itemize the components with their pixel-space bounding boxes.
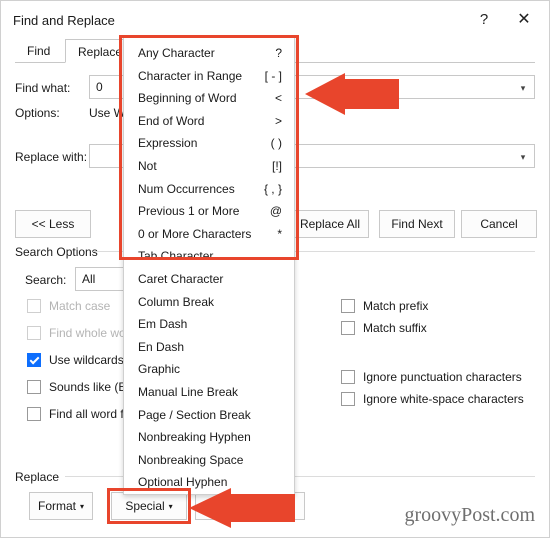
tab-find[interactable]: Find — [15, 39, 65, 63]
menu-item-label: Caret Character — [138, 271, 224, 286]
menu-item-graphic[interactable]: Graphic — [124, 358, 294, 381]
menu-item-shortcut: [ - ] — [264, 68, 282, 83]
menu-item-num-occurrences[interactable]: Num Occurrences { , } — [124, 178, 294, 201]
special-button[interactable]: Special ▾ — [111, 492, 187, 520]
checkbox-match-case[interactable] — [27, 299, 41, 313]
label-ignore-punctuation: Ignore punctuation characters — [363, 370, 522, 384]
menu-item-shortcut: @ — [269, 204, 282, 219]
menu-item-caret-character[interactable]: Caret Character — [124, 268, 294, 291]
menu-item-shortcut: [!] — [271, 158, 282, 173]
search-scope-value: All — [82, 272, 96, 286]
menu-item-shortcut: ? — [275, 46, 282, 60]
chevron-down-icon[interactable]: ▾ — [513, 77, 533, 99]
checkbox-find-all-word-forms[interactable] — [27, 407, 41, 421]
menu-item-shortcut: ( ) — [270, 136, 282, 151]
menu-item-shortcut: < — [274, 91, 282, 106]
format-button-label: Format — [37, 499, 76, 513]
menu-item-em-dash[interactable]: Em Dash — [124, 313, 294, 336]
menu-item-label: Nonbreaking Space — [138, 452, 244, 467]
label-match-prefix: Match prefix — [363, 299, 429, 313]
checkbox-match-prefix[interactable] — [341, 299, 355, 313]
menu-item-label: Page / Section Break — [138, 407, 251, 422]
menu-item-nonbreaking-hyphen[interactable]: Nonbreaking Hyphen — [124, 426, 294, 449]
annotation-arrow-right — [305, 73, 399, 115]
menu-item-any-character[interactable]: Any Character? — [124, 42, 294, 65]
watermark: groovyPost.com — [404, 504, 535, 526]
chevron-down-icon[interactable]: ▾ — [513, 146, 533, 168]
menu-item-end-of-word[interactable]: End of Word > — [124, 110, 294, 133]
menu-item-label: Expression — [138, 136, 198, 151]
menu-item-label: Nonbreaking Hyphen — [138, 430, 251, 445]
replace-all-button[interactable]: Replace All — [291, 210, 369, 238]
chevron-down-icon: ▾ — [80, 501, 85, 511]
menu-item-label: Column Break — [138, 294, 215, 309]
menu-item-label: Any Character — [138, 46, 215, 60]
find-next-button[interactable]: Find Next — [379, 210, 455, 238]
menu-item-label: Character in Range — [138, 68, 243, 83]
find-what-value: 0 — [96, 80, 103, 94]
menu-item-label: Graphic — [138, 362, 181, 377]
label-match-case: Match case — [49, 299, 111, 313]
page-title: Find and Replace — [13, 13, 115, 28]
checkbox-ignore-whitespace[interactable] — [341, 392, 355, 406]
menu-item-label: End of Word — [138, 113, 205, 128]
menu-item-manual-line-break[interactable]: Manual Line Break — [124, 381, 294, 404]
special-button-label: Special — [125, 499, 165, 513]
search-options-label: Search Options — [15, 245, 98, 259]
help-icon[interactable]: ? — [467, 5, 501, 35]
replace-with-label: Replace with: — [15, 150, 88, 164]
checkbox-match-suffix[interactable] — [341, 321, 355, 335]
menu-item-en-dash[interactable]: En Dash — [124, 336, 294, 359]
menu-item-shortcut: * — [277, 226, 282, 241]
annotation-arrow-special — [189, 488, 295, 528]
menu-item-nonbreaking-space[interactable]: Nonbreaking Space — [124, 449, 294, 472]
menu-item-label: Not — [138, 158, 157, 173]
menu-item-label: En Dash — [138, 339, 185, 354]
menu-item-label: Num Occurrences — [138, 181, 235, 196]
menu-item-tab-character[interactable]: Tab Character — [124, 245, 294, 268]
checkbox-find-whole-words-only[interactable] — [27, 326, 41, 340]
checkbox-use-wildcards[interactable] — [27, 353, 41, 367]
replace-section-label: Replace — [15, 470, 60, 484]
label-use-wildcards: Use wildcards — [49, 353, 124, 367]
menu-item-not[interactable]: Not [!] — [124, 155, 294, 178]
menu-item-shortcut: { , } — [263, 181, 282, 196]
menu-item-label: Previous 1 or More — [138, 204, 240, 219]
find-and-replace-dialog: Find and Replace ? ✕ Find Replace Go To … — [0, 0, 550, 538]
menu-item-expression[interactable]: Expression ( ) — [124, 132, 294, 155]
chevron-down-icon: ▾ — [168, 501, 173, 511]
menu-item-label: Beginning of Word — [138, 91, 237, 106]
checkbox-sounds-like[interactable] — [27, 380, 41, 394]
menu-item-label: Manual Line Break — [138, 384, 239, 399]
menu-item-beginning-of-word[interactable]: Beginning of Word < — [124, 87, 294, 110]
checkbox-ignore-punctuation[interactable] — [341, 370, 355, 384]
label-match-suffix: Match suffix — [363, 321, 427, 335]
menu-item-column-break[interactable]: Column Break — [124, 291, 294, 314]
less-button[interactable]: << Less — [15, 210, 91, 238]
label-ignore-whitespace: Ignore white-space characters — [363, 392, 524, 406]
menu-item-character-in-range[interactable]: Character in Range [ - ] — [124, 65, 294, 88]
search-label: Search: — [25, 273, 67, 287]
menu-item-page-section-break[interactable]: Page / Section Break — [124, 404, 294, 427]
menu-item-label: Em Dash — [138, 317, 188, 332]
find-what-label: Find what: — [15, 81, 71, 95]
menu-item-label: 0 or More Characters — [138, 226, 252, 241]
cancel-button[interactable]: Cancel — [461, 210, 537, 238]
title-bar: Find and Replace ? ✕ — [1, 1, 549, 41]
options-label: Options: — [15, 106, 60, 120]
menu-item-shortcut: > — [274, 113, 282, 128]
menu-item-label: Tab Character — [138, 249, 214, 264]
menu-item-previous-1-or-more[interactable]: Previous 1 or More @ — [124, 200, 294, 223]
close-icon[interactable]: ✕ — [507, 5, 541, 35]
special-dropdown-menu: Any Character? Character in Range [ - ] B… — [123, 37, 295, 495]
menu-item-0-or-more-characters[interactable]: 0 or More Characters * — [124, 223, 294, 246]
format-button[interactable]: Format ▾ — [29, 492, 93, 520]
